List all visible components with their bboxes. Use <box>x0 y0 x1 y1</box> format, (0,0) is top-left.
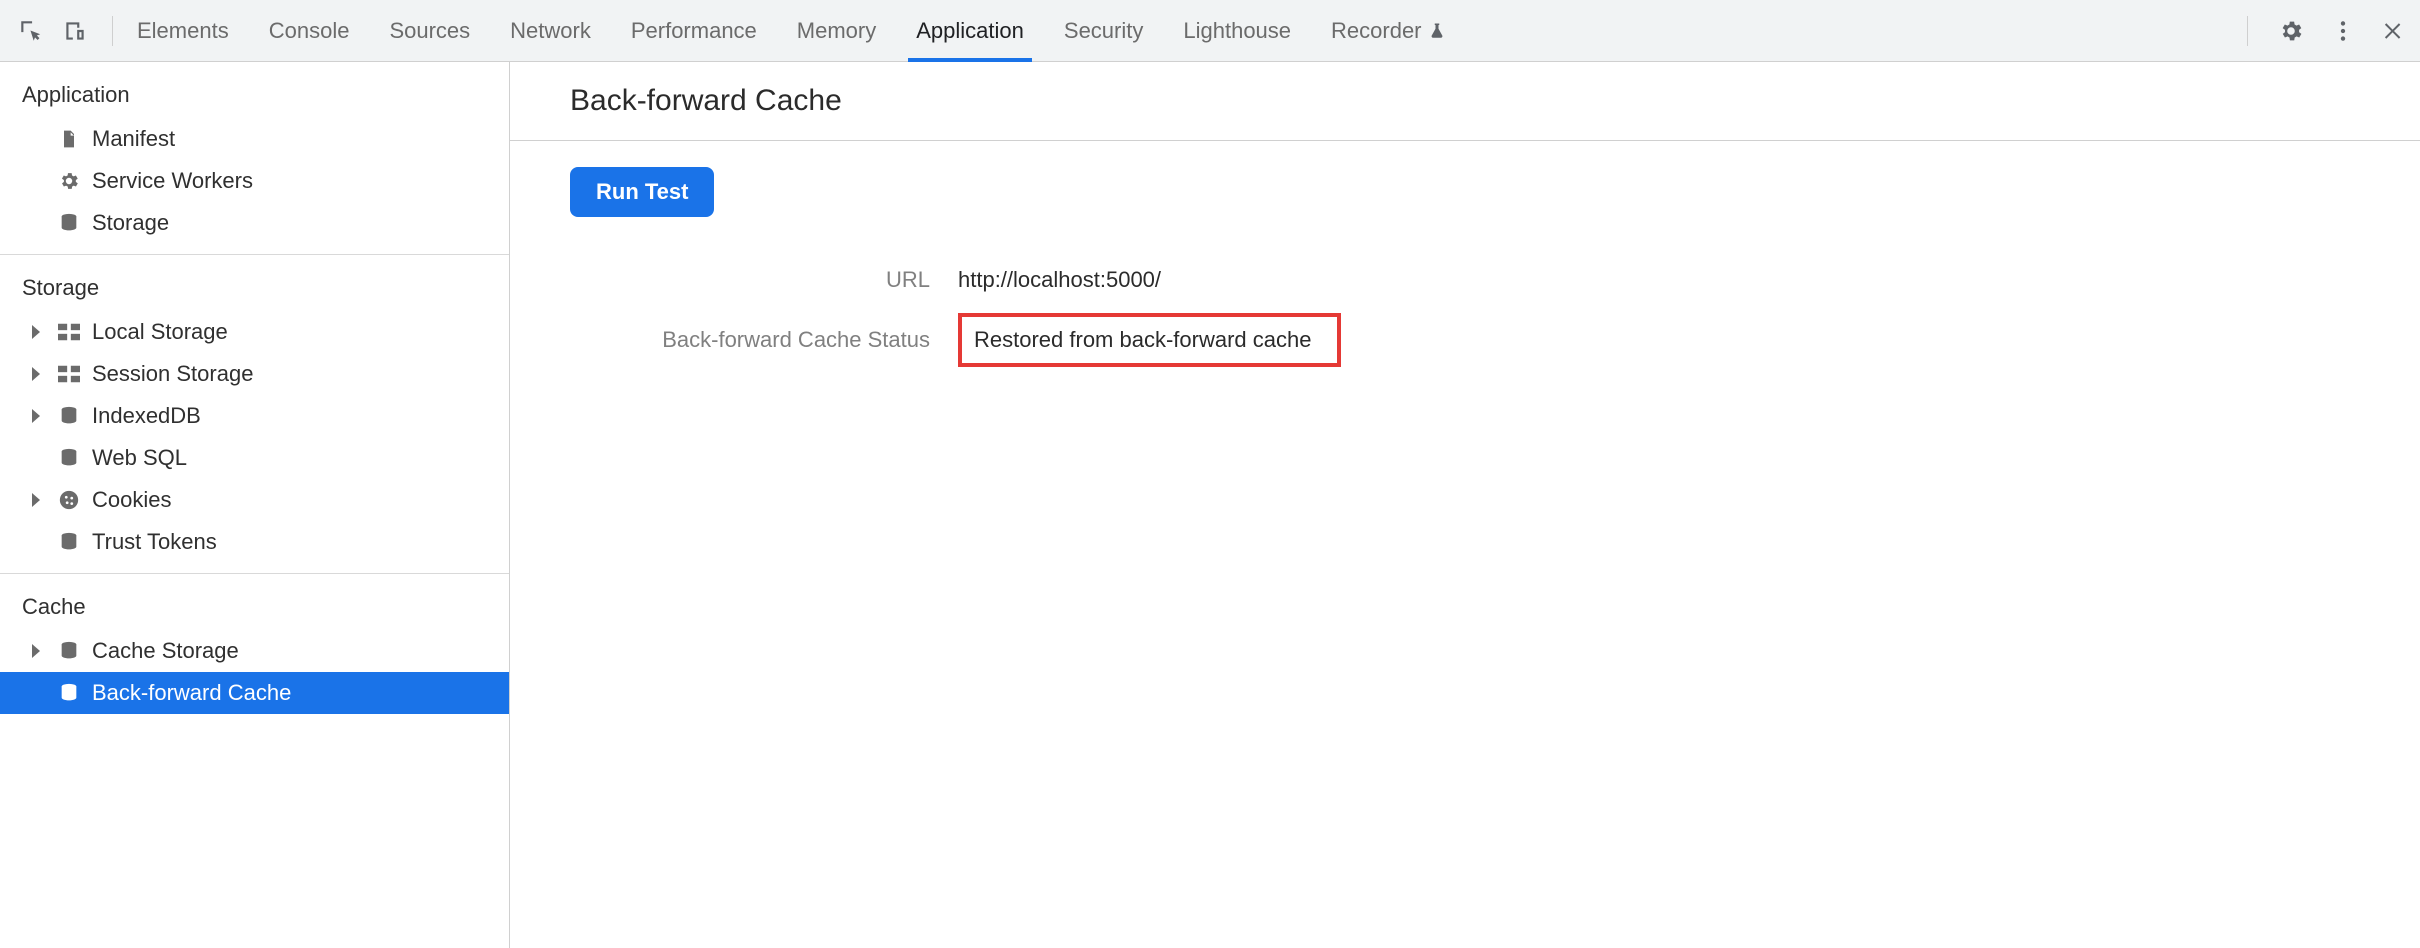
tab-memory[interactable]: Memory <box>797 0 876 61</box>
chevron-right-icon <box>28 493 46 507</box>
sidebar-item-manifest[interactable]: Manifest <box>0 118 509 160</box>
database-icon <box>56 531 82 553</box>
tab-network[interactable]: Network <box>510 0 591 61</box>
sidebar-item-trust-tokens[interactable]: Trust Tokens <box>0 521 509 563</box>
sidebar-item-label: Manifest <box>92 126 175 152</box>
sidebar-item-cache-storage[interactable]: Cache Storage <box>0 630 509 672</box>
chevron-right-icon <box>28 644 46 658</box>
tab-label: Elements <box>137 18 229 44</box>
tab-label: Network <box>510 18 591 44</box>
sidebar-item-label: Trust Tokens <box>92 529 217 555</box>
section-heading: Application <box>0 70 509 118</box>
sidebar-item-cookies[interactable]: Cookies <box>0 479 509 521</box>
grid-icon <box>56 365 82 383</box>
tab-elements[interactable]: Elements <box>137 0 229 61</box>
main-split: Application Manifest Service Workers <box>0 62 2420 948</box>
sidebar-item-back-forward-cache[interactable]: Back-forward Cache <box>0 672 509 714</box>
gear-icon <box>56 170 82 192</box>
inspect-icon[interactable] <box>18 18 44 44</box>
sidebar-item-label: Session Storage <box>92 361 253 387</box>
result-row-status: Back-forward Cache Status Restored from … <box>570 303 2376 377</box>
sidebar-item-indexeddb[interactable]: IndexedDB <box>0 395 509 437</box>
tab-label: Sources <box>389 18 470 44</box>
content-title: Back-forward Cache <box>510 62 2420 141</box>
sidebar-item-label: Local Storage <box>92 319 228 345</box>
close-icon[interactable] <box>2382 19 2406 43</box>
sidebar-item-service-workers[interactable]: Service Workers <box>0 160 509 202</box>
sidebar-item-label: Web SQL <box>92 445 187 471</box>
content-body: Run Test URL http://localhost:5000/ Back… <box>510 141 2420 405</box>
cookie-icon <box>56 489 82 511</box>
result-row-url: URL http://localhost:5000/ <box>570 257 2376 303</box>
tab-application[interactable]: Application <box>916 0 1024 61</box>
sidebar-item-label: Cache Storage <box>92 638 239 664</box>
sidebar-item-label: Service Workers <box>92 168 253 194</box>
result-label: Back-forward Cache Status <box>570 327 930 353</box>
sidebar-item-storage[interactable]: Storage <box>0 202 509 244</box>
tab-label: Application <box>916 18 1024 44</box>
database-icon <box>56 640 82 662</box>
tab-label: Performance <box>631 18 757 44</box>
sidebar-section-application: Application Manifest Service Workers <box>0 62 509 255</box>
sidebar-item-label: Back-forward Cache <box>92 680 291 706</box>
settings-icon[interactable] <box>2278 18 2304 44</box>
database-icon <box>56 405 82 427</box>
result-value-url: http://localhost:5000/ <box>958 267 1161 293</box>
file-icon <box>56 128 82 150</box>
tab-label: Security <box>1064 18 1143 44</box>
sidebar-item-label: Storage <box>92 210 169 236</box>
sidebar-section-storage: Storage Local Storage Session Storage <box>0 255 509 574</box>
tab-label: Recorder <box>1331 18 1421 44</box>
section-heading: Cache <box>0 582 509 630</box>
tabbar-divider <box>112 16 113 46</box>
sidebar-section-cache: Cache Cache Storage Back-forward Cache <box>0 574 509 724</box>
result-label: URL <box>570 267 930 293</box>
tab-performance[interactable]: Performance <box>631 0 757 61</box>
tab-security[interactable]: Security <box>1064 0 1143 61</box>
grid-icon <box>56 323 82 341</box>
tab-console[interactable]: Console <box>269 0 350 61</box>
experiment-icon <box>1428 22 1446 40</box>
database-icon <box>56 212 82 234</box>
devtools-tabbar: Elements Console Sources Network Perform… <box>0 0 2420 62</box>
result-table: URL http://localhost:5000/ Back-forward … <box>570 257 2376 377</box>
more-vertical-icon[interactable] <box>2330 18 2356 44</box>
tab-label: Memory <box>797 18 876 44</box>
application-sidebar: Application Manifest Service Workers <box>0 62 510 948</box>
chevron-right-icon <box>28 325 46 339</box>
database-icon <box>56 447 82 469</box>
sidebar-item-session-storage[interactable]: Session Storage <box>0 353 509 395</box>
content-pane: Back-forward Cache Run Test URL http://l… <box>510 62 2420 948</box>
sidebar-item-web-sql[interactable]: Web SQL <box>0 437 509 479</box>
tabbar-divider <box>2247 16 2248 46</box>
database-icon <box>56 682 82 704</box>
tab-lighthouse[interactable]: Lighthouse <box>1183 0 1291 61</box>
sidebar-item-label: Cookies <box>92 487 171 513</box>
chevron-right-icon <box>28 367 46 381</box>
tabbar-left-icons <box>18 16 119 46</box>
tab-sources[interactable]: Sources <box>389 0 470 61</box>
result-value-status: Restored from back-forward cache <box>958 313 1341 367</box>
chevron-right-icon <box>28 409 46 423</box>
devtools-tabs: Elements Console Sources Network Perform… <box>137 0 1446 61</box>
tab-label: Console <box>269 18 350 44</box>
tab-label: Lighthouse <box>1183 18 1291 44</box>
tabbar-right-icons <box>2243 16 2406 46</box>
run-test-button[interactable]: Run Test <box>570 167 714 217</box>
device-toolbar-icon[interactable] <box>62 18 88 44</box>
status-highlight: Restored from back-forward cache <box>958 313 1341 367</box>
sidebar-item-local-storage[interactable]: Local Storage <box>0 311 509 353</box>
section-heading: Storage <box>0 263 509 311</box>
sidebar-item-label: IndexedDB <box>92 403 201 429</box>
tab-recorder[interactable]: Recorder <box>1331 0 1445 61</box>
